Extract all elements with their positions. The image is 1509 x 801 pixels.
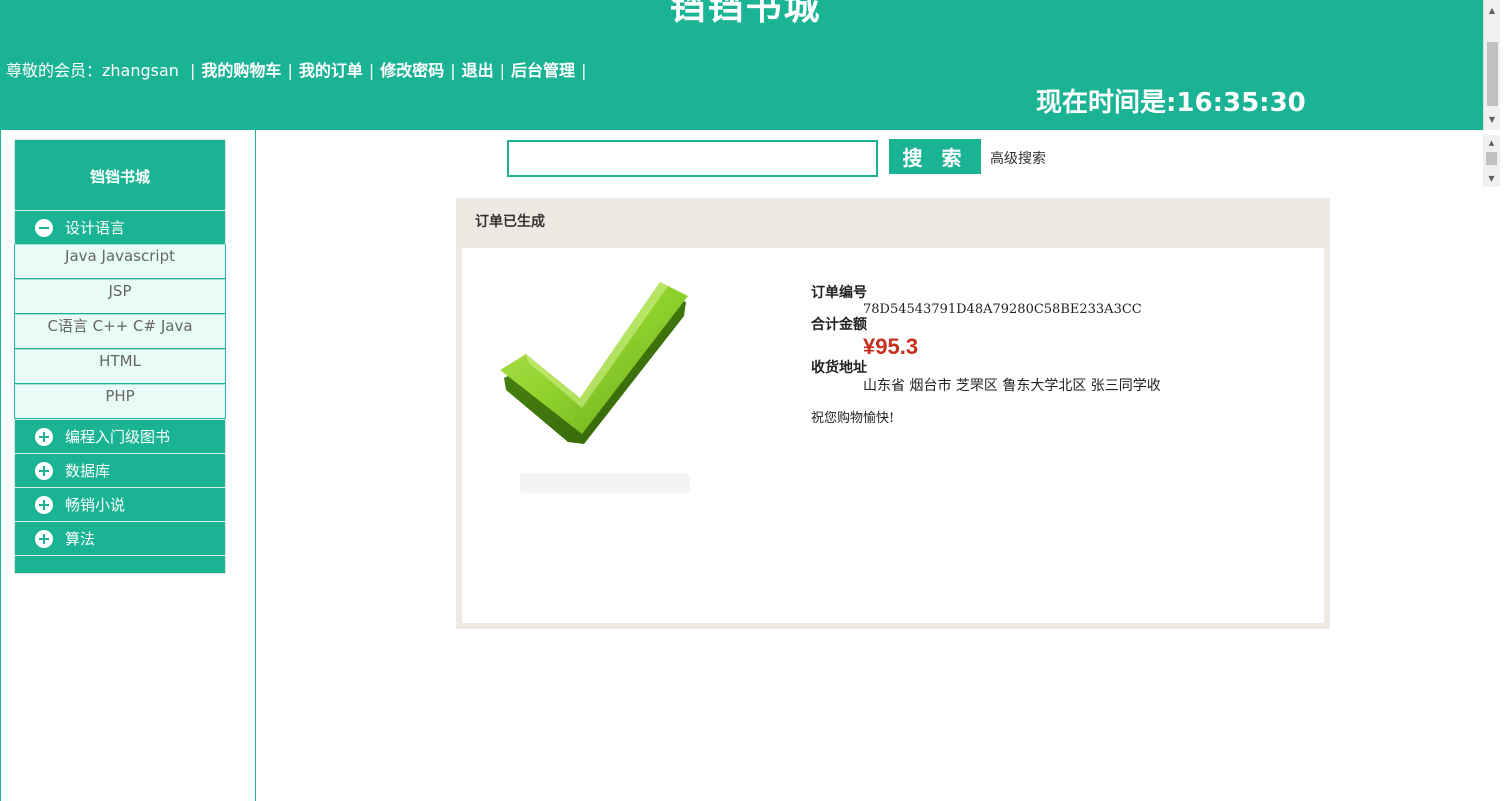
order-number-label: 订单编号	[811, 285, 867, 301]
scroll-up-arrow-icon[interactable]: ▲	[1484, 2, 1500, 19]
scroll-down-arrow-icon[interactable]: ▼	[1484, 111, 1500, 128]
category-beginner-books[interactable]: 编程入门级图书	[15, 419, 225, 453]
minus-circle-icon	[35, 218, 53, 237]
nav-separator: |	[190, 61, 196, 80]
member-nav: 尊敬的会员：zhangsan | 我的购物车 | 我的订单 | 修改密码 | 退出 | 后台管理 |	[6, 57, 592, 81]
nav-separator: |	[450, 61, 456, 80]
category-database[interactable]: 数据库	[15, 453, 225, 487]
logout-link[interactable]: 退出	[462, 61, 494, 80]
clock-prefix: 现在时间是:	[1036, 88, 1177, 118]
order-wish-message: 祝您购物愉快!	[811, 411, 895, 426]
nav-separator: |	[368, 61, 375, 80]
main-scrollbar[interactable]: ▲ ▼	[1483, 135, 1500, 187]
nav-separator: |	[499, 61, 506, 80]
plus-circle-icon	[35, 529, 53, 548]
checkmark-shadow	[520, 473, 690, 493]
order-total-label: 合计金额	[811, 317, 867, 333]
subcategory-html[interactable]: HTML	[14, 349, 226, 384]
change-password-link[interactable]: 修改密码	[380, 61, 444, 80]
category-label: 设计语言	[65, 219, 126, 237]
my-cart-link[interactable]: 我的购物车	[201, 61, 281, 80]
order-panel-title: 订单已生成	[475, 214, 545, 230]
subcategory-jsp[interactable]: JSP	[14, 279, 226, 314]
category-label: 算法	[65, 530, 96, 548]
subcategory-php[interactable]: PHP	[14, 384, 226, 419]
site-header: 铛铛书城 尊敬的会员：zhangsan | 我的购物车 | 我的订单 | 修改密码 | 退出 |…	[0, 0, 1509, 130]
category-label: 畅销小说	[65, 496, 126, 514]
advanced-search-link[interactable]: 高级搜索	[990, 148, 1046, 168]
order-panel-body: 订单编号 78D54543791D48A79280C58BE233A3CC 合计…	[462, 248, 1324, 623]
plus-circle-icon	[35, 461, 53, 480]
subcategory-c-cpp-csharp-java[interactable]: C语言 C++ C# Java	[14, 314, 226, 349]
order-number-value: 78D54543791D48A79280C58BE233A3CC	[863, 302, 1142, 317]
plus-circle-icon	[35, 495, 53, 514]
scrollbar-thumb[interactable]	[1486, 152, 1497, 165]
shipping-address-value: 山东省 烟台市 芝罘区 鲁东大学北区 张三同学收	[863, 378, 1161, 394]
left-frame: 铛铛书城 设计语言 Java Javascript JSP C语言 C++ C#…	[0, 130, 256, 801]
scroll-up-arrow-icon[interactable]: ▲	[1483, 135, 1500, 152]
search-input[interactable]	[507, 140, 878, 177]
sidebar-title: 铛铛书城	[89, 168, 150, 186]
scrollbar-thumb[interactable]	[1487, 42, 1498, 106]
category-sidebar: 铛铛书城 设计语言 Java Javascript JSP C语言 C++ C#…	[14, 139, 226, 574]
sidebar-footer	[15, 555, 225, 573]
order-info: 订单编号 78D54543791D48A79280C58BE233A3CC 合计…	[811, 285, 1161, 426]
clock-time: 16:35:30	[1176, 88, 1306, 118]
scroll-down-arrow-icon[interactable]: ▼	[1483, 170, 1500, 187]
category-algorithms[interactable]: 算法	[15, 521, 225, 555]
category-label: 编程入门级图书	[65, 428, 171, 446]
member-greeting: 尊敬的会员：	[6, 61, 103, 80]
plus-circle-icon	[35, 427, 53, 446]
header-scrollbar[interactable]: ▲ ▼	[1483, 0, 1500, 130]
window-edge	[1500, 0, 1509, 801]
search-button[interactable]: 搜 索	[889, 139, 981, 174]
checkmark-icon	[500, 282, 688, 444]
site-title: 铛铛书城	[669, 0, 822, 28]
main-frame: 搜 索 高级搜索 订单已生成 订单编号 78D54543791D48A79280…	[256, 130, 1501, 801]
nav-separator: |	[287, 61, 293, 80]
category-label: 数据库	[65, 462, 111, 480]
my-orders-link[interactable]: 我的订单	[299, 61, 363, 80]
order-total-value: ¥95.3	[863, 334, 919, 359]
category-bestseller-novels[interactable]: 畅销小说	[15, 487, 225, 521]
admin-link[interactable]: 后台管理	[511, 61, 575, 80]
member-username: zhangsan	[102, 61, 179, 80]
nav-separator: |	[581, 61, 587, 80]
subcategory-java-javascript[interactable]: Java Javascript	[14, 244, 226, 279]
shipping-address-label: 收货地址	[811, 360, 867, 376]
category-design-languages[interactable]: 设计语言	[15, 210, 225, 244]
current-time: 现在时间是:16:35:30	[1036, 82, 1306, 119]
order-confirmation-panel: 订单已生成 订单编号 78D54543791D48A79280C58BE233A…	[456, 198, 1330, 629]
